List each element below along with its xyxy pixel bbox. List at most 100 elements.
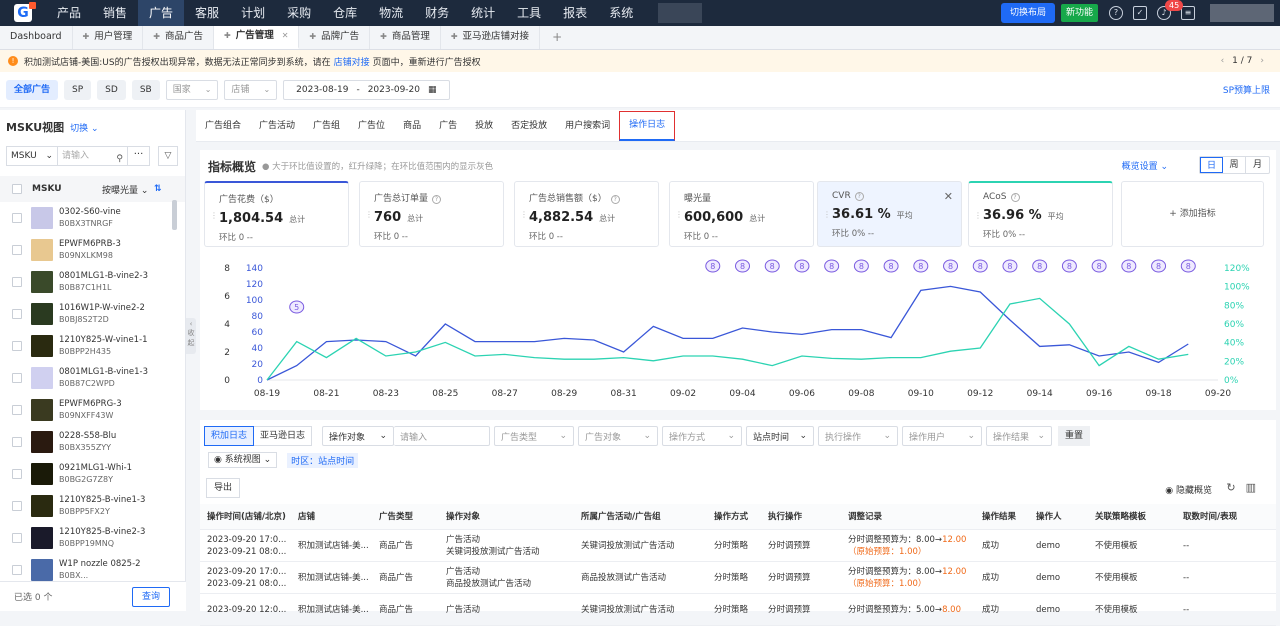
bell-icon[interactable]: ♪ 45 [1157, 0, 1184, 20]
nav-item[interactable]: 广告 [138, 0, 185, 26]
op-object-input[interactable]: 请输入 [394, 426, 491, 446]
nav-item[interactable]: 财务 [414, 0, 460, 26]
prev-icon[interactable]: ‹ [1221, 56, 1225, 66]
date-range-picker[interactable]: 2023-08-19-2023-09-20 ▦ [283, 79, 450, 100]
pin-icon[interactable]: ✚ [451, 25, 458, 49]
sp-budget-link[interactable]: SP预算上限 [1223, 83, 1270, 96]
metric-card[interactable]: CVR? ⋮ 36.61 % 平均 环比 0% -- ✕ [817, 181, 962, 247]
op-method-select[interactable]: 操作方式 ⌄ [662, 426, 743, 446]
item-checkbox[interactable] [12, 533, 22, 543]
country-select[interactable]: 国家 ⌄ [165, 79, 219, 100]
next-icon[interactable]: › [1260, 56, 1264, 66]
item-checkbox[interactable] [12, 405, 22, 415]
subtab[interactable]: 广告位 [349, 110, 394, 142]
pin-icon[interactable]: ✚ [83, 25, 90, 49]
msku-list-item[interactable]: 0921MLG1-Whi-1 B0BG2G7Z8Y [0, 458, 185, 490]
msku-list-item[interactable]: 0801MLG1-B-vine2-3 B0B87C1H1L [0, 266, 185, 298]
nav-item[interactable]: 报表 [552, 0, 598, 26]
subtab[interactable]: 商品 [394, 110, 430, 142]
item-checkbox[interactable] [12, 437, 22, 447]
msku-list-item[interactable]: EPWFM6PRB-3 B09NXLKM98 [0, 234, 185, 266]
nav-item[interactable]: 工具 [506, 0, 552, 26]
help-icon[interactable]: ? [1109, 6, 1123, 20]
period-month[interactable]: 月 [1246, 157, 1269, 173]
sort-select[interactable]: 按曝光量 ⌄ [102, 183, 148, 196]
msku-list-item[interactable]: 1210Y825-W-vine1-1 B0BPP2H435 [0, 330, 185, 362]
metric-card[interactable]: 广告总订单量? ⋮ 760 总计 环比 0 -- [359, 181, 504, 247]
period-day[interactable]: 日 [1200, 157, 1223, 173]
subtab[interactable]: 否定投放 [502, 110, 556, 142]
jijia-log-tab[interactable]: 积加日志 [204, 426, 255, 446]
shop-select[interactable]: 店铺 ⌄ [224, 79, 278, 100]
item-checkbox[interactable] [12, 373, 22, 383]
nav-item[interactable]: 产品 [46, 0, 92, 26]
metric-card[interactable]: 广告花费（$） ⋮ 1,804.54 总计 环比 0 -- [204, 181, 349, 247]
item-checkbox[interactable] [12, 245, 22, 255]
tab-brand-ads[interactable]: ✚ 品牌广告 [299, 25, 371, 49]
app-logo[interactable]: G [0, 0, 46, 26]
subtab[interactable]: 广告组 [304, 110, 349, 142]
shop-connect-link[interactable]: 店铺对接 [334, 55, 370, 68]
nav-item[interactable]: 计划 [230, 0, 276, 26]
sp-button[interactable]: SP [64, 79, 92, 100]
nav-item[interactable]: 采购 [276, 0, 322, 26]
nav-item[interactable]: 客服 [184, 0, 230, 26]
select-all-checkbox[interactable] [12, 184, 22, 194]
drag-handle-icon[interactable]: ⋮ [974, 211, 982, 220]
pin-icon[interactable]: ✚ [153, 25, 160, 49]
add-tab-icon[interactable]: + [540, 25, 574, 49]
nav-item[interactable]: 统计 [460, 0, 506, 26]
msku-list-item[interactable]: EPWFM6PRG-3 B09NXFF43W [0, 394, 185, 426]
table-row[interactable]: 2023-09-20 17:0... 2023-09-21 08:0... 积加测试… [200, 562, 1276, 594]
subtab[interactable]: 用户搜索词 [556, 110, 619, 142]
msku-list-item[interactable]: 1210Y825-B-vine2-3 B0BPP19MNQ [0, 522, 185, 554]
search-field-select[interactable]: MSKU ⌄ [6, 146, 58, 166]
item-checkbox[interactable] [12, 469, 22, 479]
nav-item[interactable]: 销售 [92, 0, 138, 26]
reset-button[interactable]: 重置 [1058, 426, 1091, 446]
item-checkbox[interactable] [12, 565, 22, 575]
new-feature-button[interactable]: 新功能 [1060, 4, 1098, 22]
ad-object-select[interactable]: 广告对象 ⌄ [578, 426, 659, 446]
op-user-select[interactable]: 操作用户 ⌄ [902, 426, 983, 446]
subtab[interactable]: 广告 [430, 110, 466, 142]
table-row[interactable]: 2023-09-20 17:0... 2023-09-21 08:0... 积加测试… [200, 530, 1276, 562]
subtab[interactable]: 广告活动 [250, 110, 304, 142]
help-icon[interactable]: ? [432, 195, 442, 204]
sidebar-scrollbar[interactable] [172, 200, 177, 230]
more-icon[interactable]: ··· [128, 146, 150, 166]
help-icon[interactable]: ? [1010, 193, 1020, 202]
msku-list-item[interactable]: 0302-S60-vine B0BX3TNRGF [0, 202, 185, 234]
tab-amazon-shop-connect[interactable]: ✚ 亚马逊店铺对接 [441, 25, 541, 49]
pin-icon[interactable]: ✚ [380, 25, 387, 49]
subtab[interactable]: 操作日志 [619, 110, 676, 141]
tab-dashboard[interactable]: Dashboard [0, 25, 73, 49]
subtab[interactable]: 投放 [466, 110, 502, 142]
help-icon[interactable]: ? [610, 195, 620, 204]
switch-view-button[interactable]: 切换 ⌄ [70, 121, 98, 134]
op-result-select[interactable]: 操作结果 ⌄ [986, 426, 1053, 446]
item-checkbox[interactable] [12, 213, 22, 223]
add-metric-button[interactable]: + 添加指标 [1121, 181, 1264, 247]
menu-icon[interactable]: ≡ [1181, 6, 1195, 20]
switch-layout-button[interactable]: 切换布局 [1000, 3, 1055, 23]
filter-icon[interactable]: ▽ [158, 146, 178, 166]
close-icon[interactable]: ✕ [282, 24, 289, 48]
nav-item[interactable]: 物流 [368, 0, 414, 26]
period-week[interactable]: 周 [1223, 157, 1246, 173]
task-icon[interactable]: ✓ [1133, 6, 1147, 20]
table-row[interactable]: 2023-09-20 12:0... 积加测试店铺-美... 商品广告 广告活动 关键词… [200, 594, 1276, 626]
refresh-icon[interactable]: ↻ [1226, 481, 1245, 494]
sort-direction-icon[interactable]: ⇅ [154, 184, 162, 194]
op-object-select[interactable]: 操作对象 ⌄ [322, 426, 395, 446]
sb-button[interactable]: SB [131, 79, 160, 100]
item-checkbox[interactable] [12, 501, 22, 511]
drag-handle-icon[interactable]: ⋮ [823, 210, 831, 219]
hide-overview-button[interactable]: ◉ 隐藏概览 [1165, 483, 1212, 496]
item-checkbox[interactable] [12, 341, 22, 351]
close-icon[interactable]: ✕ [944, 190, 953, 203]
search-icon[interactable]: ⚲ [116, 150, 123, 168]
tab-user-management[interactable]: ✚ 用户管理 [73, 25, 144, 49]
item-checkbox[interactable] [12, 277, 22, 287]
tab-product-ads[interactable]: ✚ 商品广告 [143, 25, 214, 49]
